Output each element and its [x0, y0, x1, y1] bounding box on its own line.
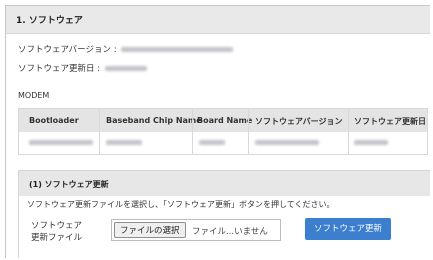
software-update-header: (1) ソフトウェア更新: [19, 171, 430, 196]
section-header: 1. ソフトウェア: [6, 6, 430, 34]
update-file-label-line1: ソフトウェア: [31, 221, 83, 231]
software-update-instruction: ソフトウェア更新ファイルを選択し、「ソフトウェア更新」ボタンを押してください。: [27, 200, 335, 209]
column-divider: [248, 109, 249, 154]
column-divider: [192, 109, 193, 154]
update-file-input[interactable]: ファイルの選択 ファイル...いません: [111, 219, 281, 241]
software-version-value-redacted: [121, 47, 234, 52]
software-updated-value-redacted: [104, 66, 147, 71]
modem-table: Bootloader Baseband Chip Name Board Name…: [18, 108, 428, 155]
column-header-board-name: Board Name: [197, 116, 253, 125]
software-version-row: ソフトウェアバージョン :: [18, 43, 234, 55]
column-divider: [348, 109, 349, 154]
software-update-title: (1) ソフトウェア更新: [29, 180, 109, 189]
software-section: 1. ソフトウェア ソフトウェアバージョン : ソフトウェア更新日 : MODE…: [5, 5, 430, 258]
section-title: 1. ソフトウェア: [16, 16, 83, 26]
column-header-bootloader: Bootloader: [29, 116, 79, 125]
board-name-value-redacted: [199, 140, 225, 145]
baseband-chip-value-redacted: [106, 140, 142, 145]
software-version-label: ソフトウェアバージョン :: [18, 45, 117, 55]
bootloader-value-redacted: [29, 140, 93, 145]
software-updated-row: ソフトウェア更新日 :: [18, 62, 147, 74]
file-status-text: ファイル...いません: [192, 227, 268, 237]
column-header-baseband-chip-name: Baseband Chip Name: [106, 116, 202, 125]
column-header-software-updated: ソフトウェア更新日: [354, 117, 426, 126]
software-update-body: ソフトウェア更新ファイルを選択し、「ソフトウェア更新」ボタンを押してください。 …: [19, 196, 430, 258]
modem-table-header: Bootloader Baseband Chip Name Board Name…: [19, 109, 427, 132]
software-version-cell-redacted: [255, 140, 319, 145]
choose-file-button[interactable]: ファイルの選択: [114, 222, 186, 238]
modem-label: MODEM: [18, 91, 50, 100]
software-updated-label: ソフトウェア更新日 :: [18, 64, 101, 74]
column-header-software-version: ソフトウェアバージョン: [255, 117, 343, 126]
software-update-button[interactable]: ソフトウェア更新: [305, 218, 391, 240]
column-divider: [99, 109, 100, 154]
software-updated-cell-redacted: [354, 140, 388, 145]
software-update-panel: (1) ソフトウェア更新 ソフトウェア更新ファイルを選択し、「ソフトウェア更新」…: [18, 170, 430, 258]
update-file-label-line2: 更新ファイル: [31, 233, 83, 243]
